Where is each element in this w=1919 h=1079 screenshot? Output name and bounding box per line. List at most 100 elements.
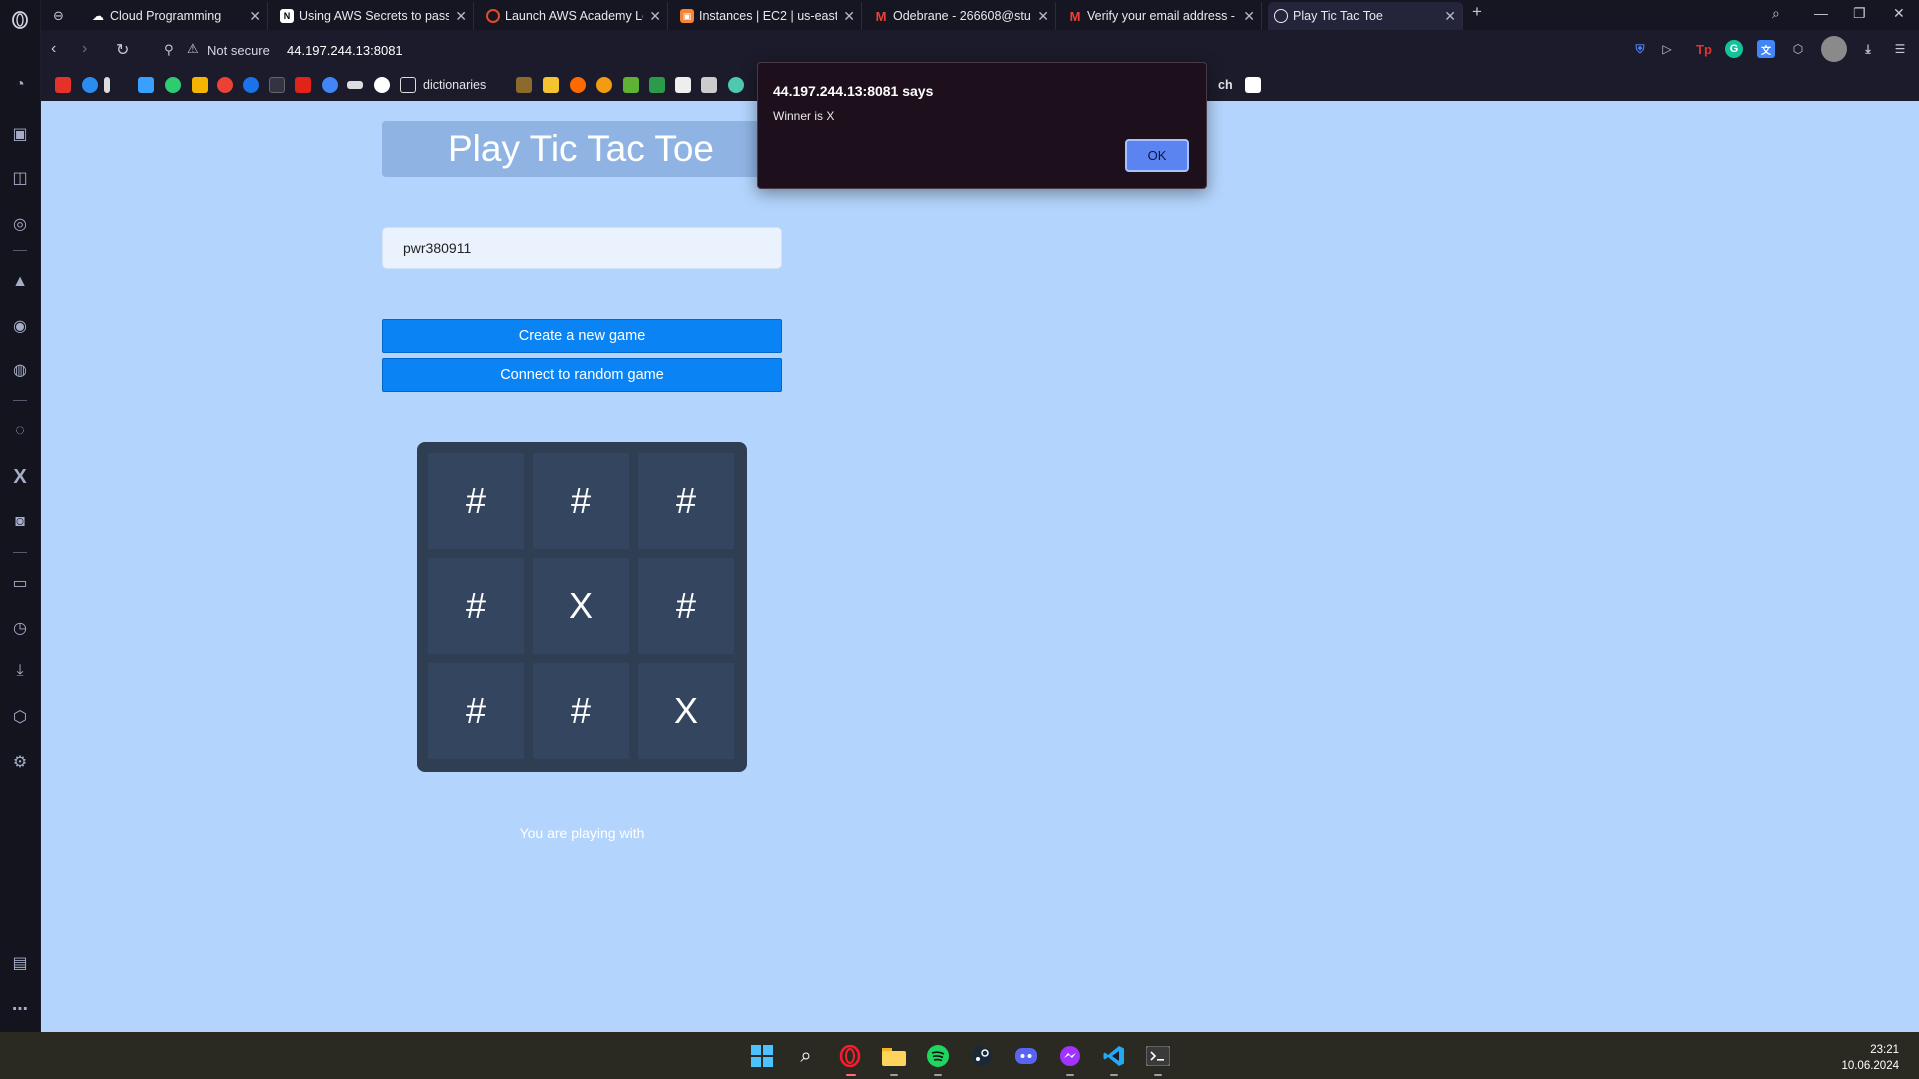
reload-icon[interactable]: ↻ xyxy=(116,40,129,60)
messenger-icon[interactable] xyxy=(1057,1043,1083,1069)
bookmark-px-icon[interactable] xyxy=(623,77,639,93)
search-icon[interactable]: ⌕ xyxy=(793,1043,819,1069)
back-arrow-icon[interactable]: ‹ xyxy=(51,40,56,58)
bookmark-folder-dictionaries[interactable]: dictionaries xyxy=(423,78,486,92)
close-icon[interactable]: ✕ xyxy=(843,8,855,25)
forward-arrow-icon[interactable]: › xyxy=(82,40,87,58)
more-options-icon[interactable]: ⋯ xyxy=(8,997,32,1021)
tab-aws-secrets[interactable]: N Using AWS Secrets to pass ✕ xyxy=(274,2,474,30)
workspaces-icon[interactable]: ⊖ xyxy=(47,2,77,30)
bookmark-map-icon[interactable] xyxy=(649,77,665,93)
security-label[interactable]: Not secure xyxy=(207,43,270,58)
bookmark-wave-icon[interactable] xyxy=(347,81,363,89)
restore-icon[interactable]: ❐ xyxy=(1853,5,1866,22)
close-icon[interactable]: ✕ xyxy=(649,8,661,25)
tab-gmail-odebrane[interactable]: M Odebrane - 266608@stude ✕ xyxy=(868,2,1056,30)
bookmark-bars-icon[interactable] xyxy=(104,77,110,93)
send-icon[interactable]: ▷ xyxy=(1658,40,1676,58)
arc-icon[interactable]: ▲ xyxy=(8,270,32,294)
file-explorer-icon[interactable] xyxy=(881,1043,907,1069)
bookmark-grid-icon[interactable] xyxy=(701,77,717,93)
bookmark-mail-icon[interactable] xyxy=(192,77,208,93)
board-cell-1[interactable]: # xyxy=(428,453,524,549)
easy-setup-icon[interactable]: ☰ xyxy=(1891,40,1909,58)
board-cell-8[interactable]: # xyxy=(533,663,629,759)
create-new-game-button[interactable]: Create a new game xyxy=(382,319,782,353)
whatsapp-icon[interactable]: ◌ xyxy=(8,419,32,443)
download-icon[interactable]: ⤓ xyxy=(8,659,32,683)
tab-cloud-programming[interactable]: ☁ Cloud Programming ✕ xyxy=(85,2,268,30)
profile-avatar[interactable] xyxy=(1821,36,1847,62)
tab-gmail-verify[interactable]: M Verify your email address - ✕ xyxy=(1062,2,1262,30)
alert-ok-button[interactable]: OK xyxy=(1125,139,1189,172)
vscode-icon[interactable] xyxy=(1101,1043,1127,1069)
close-icon[interactable]: ✕ xyxy=(455,8,467,25)
vpn-shield-icon[interactable]: ⛨ xyxy=(1631,40,1649,58)
terminal-icon[interactable] xyxy=(1145,1043,1171,1069)
tracker-blocker-icon[interactable]: ⚲ xyxy=(164,42,174,58)
downloads-icon[interactable]: ⤓ xyxy=(1859,40,1877,58)
close-icon[interactable]: ✕ xyxy=(1243,8,1255,25)
windows-start-icon[interactable] xyxy=(749,1043,775,1069)
extensions-cube-icon[interactable]: ⬡ xyxy=(1789,40,1807,58)
bookmark-w-icon[interactable] xyxy=(543,77,559,93)
bookmark-crunchyroll-icon[interactable] xyxy=(570,77,586,93)
history-icon[interactable]: ◷ xyxy=(8,616,32,640)
bookmark-ch[interactable]: ch xyxy=(1218,78,1233,92)
url-field[interactable]: 44.197.244.13:8081 xyxy=(287,43,403,58)
connect-random-game-button[interactable]: Connect to random game xyxy=(382,358,782,392)
opera-taskbar-icon[interactable] xyxy=(837,1043,863,1069)
opera-logo-icon[interactable] xyxy=(8,8,32,32)
bookmark-apple-icon[interactable] xyxy=(374,77,390,93)
pinboard-icon[interactable]: ▭ xyxy=(8,571,32,595)
bookmark-pdf-icon[interactable] xyxy=(295,77,311,93)
tab-aws-academy[interactable]: Launch AWS Academy Lear ✕ xyxy=(480,2,668,30)
steam-icon[interactable] xyxy=(969,1043,995,1069)
spotify-icon[interactable] xyxy=(925,1043,951,1069)
speed-dial-icon[interactable]: ◔ xyxy=(8,73,32,97)
workspace-icon[interactable]: ▣ xyxy=(8,122,32,146)
close-icon[interactable]: ✕ xyxy=(249,8,261,25)
minimize-icon[interactable]: — xyxy=(1814,5,1828,21)
bookmark-c-icon[interactable] xyxy=(82,77,98,93)
tab-search-icon[interactable]: ⌕ xyxy=(1772,5,1780,22)
aria-icon[interactable]: ◎ xyxy=(8,212,32,236)
close-icon[interactable]: ✕ xyxy=(1037,8,1049,25)
system-clock[interactable]: 23:21 10.06.2024 xyxy=(1841,1042,1899,1074)
board-cell-2[interactable]: # xyxy=(533,453,629,549)
board-cell-4[interactable]: # xyxy=(428,558,524,654)
discord-icon[interactable] xyxy=(1013,1043,1039,1069)
bookmark-b-icon[interactable] xyxy=(1245,77,1261,93)
board-cell-6[interactable]: # xyxy=(638,558,734,654)
window-close-icon[interactable]: ✕ xyxy=(1893,5,1905,22)
translate-icon[interactable]: 文 xyxy=(1757,40,1775,58)
bookmark-bitcoin-icon[interactable] xyxy=(596,77,612,93)
bookmark-doc-icon[interactable] xyxy=(675,77,691,93)
tp-extension-icon[interactable]: Tp xyxy=(1695,40,1713,58)
close-icon[interactable]: ✕ xyxy=(1444,8,1456,25)
tab-ec2-instances[interactable]: ▣ Instances | EC2 | us-east-1 ✕ xyxy=(674,2,862,30)
board-cell-3[interactable]: # xyxy=(638,453,734,549)
x-twitter-icon[interactable]: X xyxy=(8,465,32,489)
board-cell-9[interactable]: X xyxy=(638,663,734,759)
new-tab-plus-icon[interactable]: + xyxy=(1472,2,1482,22)
image-gallery-icon[interactable]: ▤ xyxy=(8,951,32,975)
messenger-sidebar-icon[interactable]: ◍ xyxy=(8,358,32,382)
bookmark-apps-icon[interactable] xyxy=(138,77,154,93)
twitch-icon[interactable]: ◫ xyxy=(8,166,32,190)
bookmark-gmail-icon[interactable] xyxy=(217,77,233,93)
bookmark-bird-icon[interactable] xyxy=(728,77,744,93)
bookmark-youtube-icon[interactable] xyxy=(55,77,71,93)
chatgpt-icon[interactable]: ◉ xyxy=(8,314,32,338)
board-cell-5[interactable]: X xyxy=(533,558,629,654)
board-cell-7[interactable]: # xyxy=(428,663,524,759)
bookmark-globe-icon[interactable] xyxy=(322,77,338,93)
extensions-icon[interactable]: ⬡ xyxy=(8,705,32,729)
bookmark-green-icon[interactable] xyxy=(165,77,181,93)
settings-gear-icon[interactable]: ⚙ xyxy=(8,750,32,774)
discord-sidebar-icon[interactable]: ◙ xyxy=(8,510,32,534)
login-input[interactable] xyxy=(382,227,782,269)
tab-play-tic-tac-toe[interactable]: Play Tic Tac Toe ✕ xyxy=(1268,2,1463,30)
bookmark-play-icon[interactable] xyxy=(243,77,259,93)
bookmark-brown-icon[interactable] xyxy=(516,77,532,93)
